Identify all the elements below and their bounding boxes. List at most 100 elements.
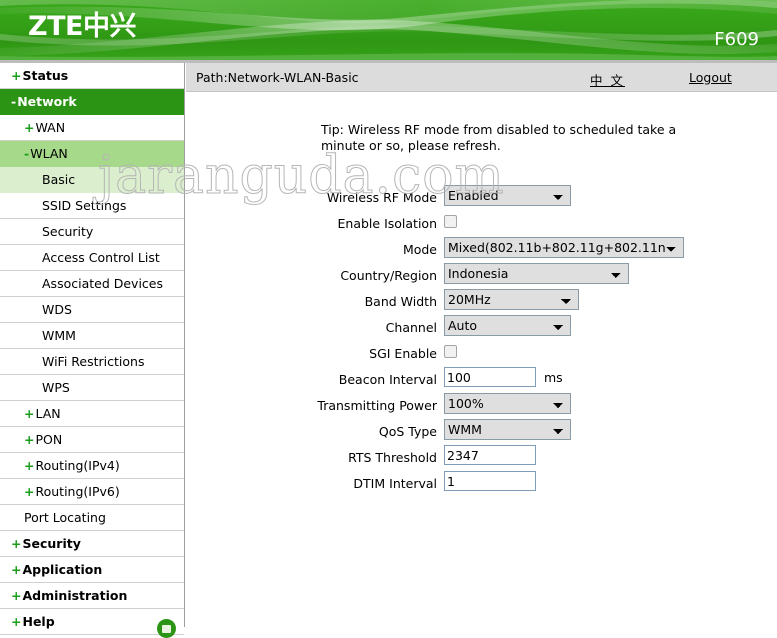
label-rts-threshold: RTS Threshold xyxy=(348,450,437,465)
sidebar-item-label: WAN xyxy=(35,120,66,135)
row-band-width: Band Width 20MHz40MHz xyxy=(186,289,777,315)
sidebar-nav: +Status -Network +WAN -WLAN Basic SSID Settin… xyxy=(0,63,185,638)
beacon-interval-unit: ms xyxy=(544,370,563,385)
expand-icon: + xyxy=(11,614,22,629)
sidebar-item-lan[interactable]: +LAN xyxy=(0,401,184,427)
app-header-banner: ZTE中兴 F609 xyxy=(0,0,777,60)
sidebar-item-administration[interactable]: +Administration xyxy=(0,583,184,609)
label-enable-isolation: Enable Isolation xyxy=(337,216,437,231)
row-mode: Mode Mixed(802.11b+802.11g+802.11n xyxy=(186,237,777,263)
label-channel: Channel xyxy=(385,320,437,335)
sidebar-item-label: Network xyxy=(17,94,77,109)
sidebar-item-label: Basic xyxy=(42,172,76,187)
zte-logo: ZTE中兴 xyxy=(28,11,136,42)
row-country-region: Country/Region Indonesia xyxy=(186,263,777,289)
label-band-width: Band Width xyxy=(364,294,437,309)
sidebar-item-label: Routing(IPv4) xyxy=(35,458,120,473)
sidebar-item-wan[interactable]: +WAN xyxy=(0,115,184,141)
sidebar-item-label: PON xyxy=(35,432,63,447)
sidebar-item-routing-ipv4[interactable]: +Routing(IPv4) xyxy=(0,453,184,479)
row-transmitting-power: Transmitting Power 100%75%50%25% xyxy=(186,393,777,419)
sidebar-item-application[interactable]: +Application xyxy=(0,557,184,583)
sidebar-item-routing-ipv6[interactable]: +Routing(IPv6) xyxy=(0,479,184,505)
sidebar-item-label: Port Locating xyxy=(24,510,106,525)
label-mode: Mode xyxy=(402,242,437,257)
sidebar-item-label: WPS xyxy=(42,380,70,395)
path-bar: Path:Network-WLAN-Basic 中 文 Logout xyxy=(186,63,777,92)
main-content: Path:Network-WLAN-Basic 中 文 Logout Tip: … xyxy=(186,63,777,627)
sidebar-item-network[interactable]: -Network xyxy=(0,89,184,115)
label-transmitting-power: Transmitting Power xyxy=(317,398,437,413)
sidebar-item-security[interactable]: Security xyxy=(0,219,184,245)
sidebar-item-basic[interactable]: Basic xyxy=(0,167,184,193)
sidebar-item-label: Status xyxy=(22,68,69,83)
row-beacon-interval: Beacon Interval ms xyxy=(186,367,777,393)
tip-text: Tip: Wireless RF mode from disabled to s… xyxy=(321,122,677,153)
sidebar-item-wps[interactable]: WPS xyxy=(0,375,184,401)
sidebar-item-status[interactable]: +Status xyxy=(0,63,184,89)
sidebar-item-label: LAN xyxy=(35,406,61,421)
sidebar-item-label: WiFi Restrictions xyxy=(42,354,145,369)
sidebar-item-port-locating[interactable]: Port Locating xyxy=(0,505,184,531)
sidebar-item-wifi-restrictions[interactable]: WiFi Restrictions xyxy=(0,349,184,375)
expand-icon: + xyxy=(11,562,22,577)
qos-type-select[interactable]: WMMDisabled xyxy=(444,419,571,440)
row-sgi-enable: SGI Enable xyxy=(186,341,777,367)
channel-select[interactable]: Auto xyxy=(444,315,571,336)
label-wireless-rf-mode: Wireless RF Mode xyxy=(326,190,437,205)
row-dtim-interval: DTIM Interval xyxy=(186,471,777,497)
wireless-rf-mode-select[interactable]: EnabledDisabledScheduled xyxy=(444,185,571,206)
row-channel: Channel Auto xyxy=(186,315,777,341)
transmitting-power-select[interactable]: 100%75%50%25% xyxy=(444,393,571,414)
country-region-select[interactable]: Indonesia xyxy=(444,263,629,284)
sidebar-item-wds[interactable]: WDS xyxy=(0,297,184,323)
sidebar-item-access-control-list[interactable]: Access Control List xyxy=(0,245,184,271)
rts-threshold-input[interactable] xyxy=(444,445,536,465)
sidebar-item-ssid-settings[interactable]: SSID Settings xyxy=(0,193,184,219)
enable-isolation-checkbox[interactable] xyxy=(444,215,457,228)
expand-icon: + xyxy=(24,432,35,447)
collapse-icon: - xyxy=(11,94,17,109)
mode-select[interactable]: Mixed(802.11b+802.11g+802.11n xyxy=(444,237,684,258)
collapse-icon: - xyxy=(24,146,30,161)
label-qos-type: QoS Type xyxy=(378,424,437,439)
label-country-region: Country/Region xyxy=(340,268,437,283)
breadcrumb-path: Path:Network-WLAN-Basic xyxy=(196,70,359,85)
label-beacon-interval: Beacon Interval xyxy=(338,372,437,387)
sidebar-item-label: WDS xyxy=(42,302,72,317)
row-wireless-rf-mode: Wireless RF Mode EnabledDisabledSchedule… xyxy=(186,185,777,211)
sidebar-item-associated-devices[interactable]: Associated Devices xyxy=(0,271,184,297)
row-rts-threshold: RTS Threshold xyxy=(186,445,777,471)
wlan-basic-form: Wireless RF Mode EnabledDisabledSchedule… xyxy=(186,185,777,497)
sidebar-item-pon[interactable]: +PON xyxy=(0,427,184,453)
banner-divider xyxy=(0,60,777,63)
expand-icon: + xyxy=(11,588,22,603)
sidebar-item-label: Routing(IPv6) xyxy=(35,484,120,499)
expand-icon: + xyxy=(24,484,35,499)
sidebar-item-wlan[interactable]: -WLAN xyxy=(0,141,184,167)
beacon-interval-input[interactable] xyxy=(444,367,536,387)
row-enable-isolation: Enable Isolation xyxy=(186,211,777,237)
dtim-interval-input[interactable] xyxy=(444,471,536,491)
logout-link[interactable]: Logout xyxy=(689,70,732,85)
expand-icon: + xyxy=(11,536,22,551)
sidebar-item-label: Associated Devices xyxy=(42,276,163,291)
sidebar-item-label: Security xyxy=(42,224,94,239)
sidebar-item-label: Access Control List xyxy=(42,250,160,265)
sidebar-item-label: Application xyxy=(22,562,103,577)
sidebar-item-wmm[interactable]: WMM xyxy=(0,323,184,349)
sidebar-item-label: Administration xyxy=(22,588,128,603)
row-qos-type: QoS Type WMMDisabled xyxy=(186,419,777,445)
expand-icon: + xyxy=(24,120,35,135)
label-sgi-enable: SGI Enable xyxy=(369,346,437,361)
language-switch-link[interactable]: 中 文 xyxy=(590,70,625,89)
sidebar-item-label: WLAN xyxy=(30,146,68,161)
sgi-enable-checkbox[interactable] xyxy=(444,345,457,358)
device-model-label: F609 xyxy=(714,29,759,50)
sidebar-item-label: Security xyxy=(22,536,81,551)
sidebar-item-security[interactable]: +Security xyxy=(0,531,184,557)
sidebar-item-label: Help xyxy=(22,614,55,629)
expand-icon: + xyxy=(24,458,35,473)
band-width-select[interactable]: 20MHz40MHz xyxy=(444,289,579,310)
expand-icon: + xyxy=(24,406,35,421)
